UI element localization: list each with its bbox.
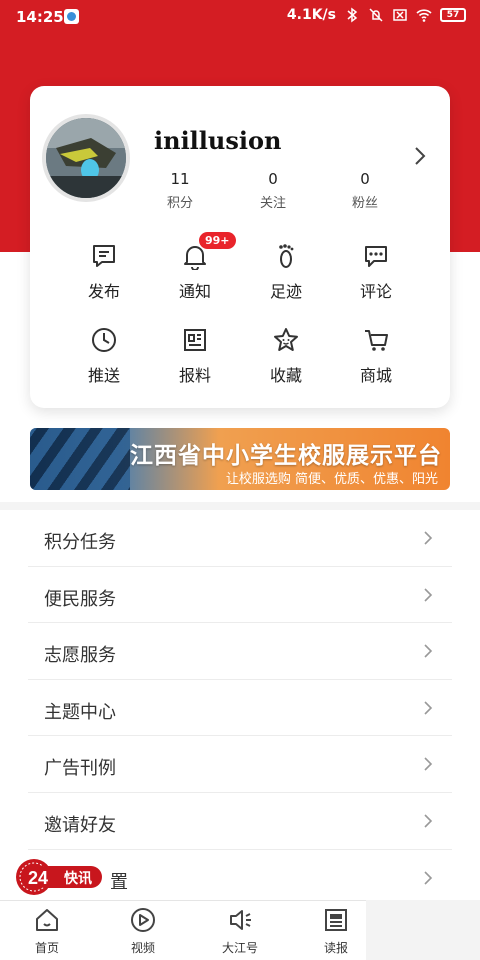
bottom-navigation: 首页 视频 大江号 读报 <box>0 900 366 960</box>
action-push[interactable]: 推送 <box>66 326 142 386</box>
menu-item-label: 志愿服务 <box>44 645 116 667</box>
menu-item-invite-friends[interactable]: 邀请好友 <box>28 793 452 850</box>
stat-label: 积分 <box>166 196 193 211</box>
chevron-right-icon <box>424 531 433 545</box>
compose-icon <box>93 245 115 267</box>
menu-item-theme-center[interactable]: 主题中心 <box>28 680 452 737</box>
stat-points[interactable]: 11 积分 <box>150 170 210 211</box>
action-label: 足迹 <box>269 282 302 301</box>
nav-label: 大江号 <box>221 941 258 955</box>
profile-card: inillusion 11 积分 0 关注 0 粉丝 发布 99+ 通知 足迹 … <box>30 86 450 408</box>
avatar-image <box>46 118 126 198</box>
avatar[interactable] <box>42 114 130 202</box>
chevron-right-icon <box>424 814 433 828</box>
action-notifications[interactable]: 99+ 通知 <box>157 232 236 302</box>
chevron-right-icon <box>424 644 433 658</box>
menu-item-volunteer-services[interactable]: 志愿服务 <box>28 623 452 680</box>
nav-read-paper[interactable]: 读报 <box>301 907 371 956</box>
no-sim-icon <box>393 9 407 21</box>
action-label: 评论 <box>359 282 392 301</box>
status-bar: 14:25 4.1K/s 57 <box>0 0 480 34</box>
stat-label: 关注 <box>259 196 286 211</box>
chevron-right-icon[interactable] <box>408 144 432 168</box>
footprint-icon <box>279 244 294 268</box>
banner-subtitle: 让校服选购 简便、优质、优惠、阳光 <box>225 472 438 487</box>
stat-label: 粉丝 <box>351 196 378 211</box>
banner-decoration <box>30 428 130 490</box>
newspaper-icon <box>325 909 347 931</box>
menu-item-convenience-services[interactable]: 便民服务 <box>28 567 452 624</box>
nav-label: 读报 <box>323 941 348 955</box>
stat-value: 0 <box>360 170 370 188</box>
nav-label: 首页 <box>34 941 59 955</box>
nav-dajianghao[interactable]: 大江号 <box>205 907 275 956</box>
action-label: 收藏 <box>269 366 302 385</box>
action-comments[interactable]: 评论 <box>338 242 414 302</box>
stat-value: 0 <box>268 170 278 188</box>
stat-following[interactable]: 0 关注 <box>243 170 303 211</box>
username[interactable]: inillusion <box>154 126 281 155</box>
mute-icon <box>369 8 383 22</box>
status-time: 14:25 <box>16 8 64 26</box>
action-label: 通知 <box>178 282 211 301</box>
menu-item-label: 置 <box>110 871 128 893</box>
flash-news-logo: 24 快讯 <box>16 859 102 895</box>
play-icon <box>131 908 155 932</box>
menu-item-label: 主题中心 <box>44 701 116 723</box>
chevron-right-icon <box>424 757 433 771</box>
comment-icon <box>365 246 387 267</box>
newspaper-icon <box>184 329 206 351</box>
stat-value: 11 <box>170 170 190 188</box>
battery-indicator: 57 <box>440 8 466 22</box>
menu-list: 积分任务 便民服务 志愿服务 主题中心 广告刊例 邀请好友 置 <box>28 510 452 907</box>
action-label: 报料 <box>178 366 211 385</box>
stat-followers[interactable]: 0 粉丝 <box>335 170 395 211</box>
menu-item-label: 积分任务 <box>44 532 116 553</box>
megaphone-icon <box>230 910 251 930</box>
star-icon <box>274 328 298 351</box>
network-speed: 4.1K/s <box>286 7 336 23</box>
action-label: 商城 <box>359 366 392 385</box>
menu-item-ad-rates[interactable]: 广告刊例 <box>28 736 452 793</box>
home-icon <box>36 909 58 931</box>
banner-title: 江西省中小学生校服展示平台 <box>130 443 442 469</box>
chevron-right-icon <box>424 588 433 602</box>
menu-item-label: 广告刊例 <box>44 758 116 780</box>
notification-badge: 99+ <box>199 232 236 249</box>
breaking-news-button[interactable]: 24 快讯 <box>14 858 104 896</box>
section-divider <box>0 502 480 510</box>
nav-video[interactable]: 视频 <box>108 907 178 956</box>
nav-home[interactable]: 首页 <box>12 907 82 956</box>
chevron-right-icon <box>424 870 433 885</box>
action-favorites[interactable]: 收藏 <box>248 326 324 386</box>
cart-icon <box>365 330 388 351</box>
flash-news-label: 快讯 <box>64 870 92 887</box>
action-publish[interactable]: 发布 <box>66 242 142 302</box>
nav-label: 视频 <box>130 941 155 955</box>
action-label: 推送 <box>87 366 120 385</box>
action-mall[interactable]: 商城 <box>338 326 414 386</box>
bluetooth-icon <box>347 7 358 23</box>
nav-overflow-area <box>366 900 480 960</box>
wifi-icon <box>416 9 432 22</box>
action-label: 发布 <box>87 282 120 301</box>
menu-item-label: 便民服务 <box>44 588 116 610</box>
chevron-right-icon <box>424 701 433 715</box>
flash-news-number: 24 <box>28 868 48 888</box>
menu-item-points-tasks[interactable]: 积分任务 <box>28 510 452 567</box>
action-footprints[interactable]: 足迹 <box>248 242 324 302</box>
menu-item-label: 邀请好友 <box>44 814 116 836</box>
app-notification-icon <box>64 9 79 24</box>
action-report[interactable]: 报料 <box>157 326 233 386</box>
clock-icon <box>92 328 116 352</box>
promo-banner[interactable]: 江西省中小学生校服展示平台 让校服选购 简便、优质、优惠、阳光 <box>30 428 450 490</box>
